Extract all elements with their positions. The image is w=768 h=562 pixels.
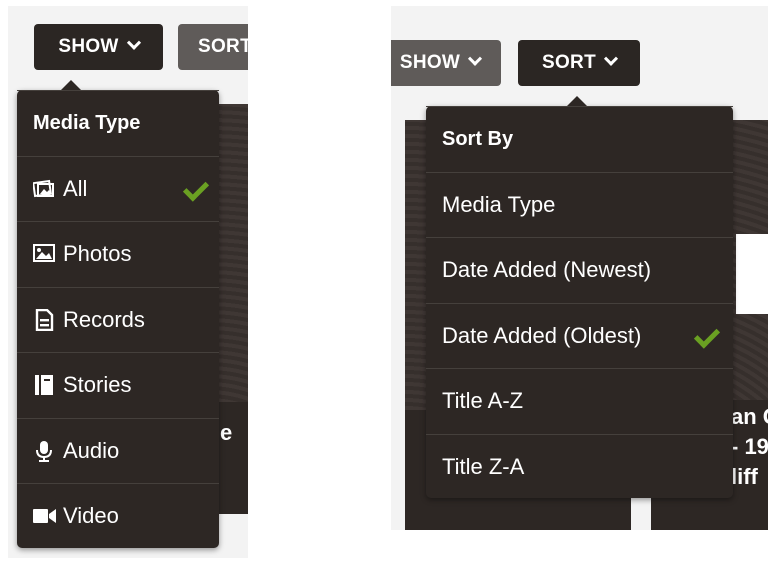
menu-item-label: Media Type — [442, 191, 556, 217]
menu-item-label: Video — [63, 503, 119, 529]
show-button[interactable]: SHOW — [34, 24, 163, 70]
menu-item-label: Date Added (Oldest) — [442, 322, 642, 348]
selected-check-icon — [693, 321, 721, 349]
menu-item-label: Date Added (Newest) — [442, 257, 652, 283]
sort-option-date-newest[interactable]: Date Added (Newest) — [426, 237, 733, 303]
card-title-fragment: e — [220, 420, 233, 445]
sort-option-date-oldest[interactable]: Date Added (Oldest) — [426, 302, 733, 369]
book-icon — [33, 374, 55, 396]
menu-item-audio[interactable]: Audio — [17, 417, 219, 484]
sort-button[interactable]: SORT — [178, 24, 248, 70]
menu-item-video[interactable]: Video — [17, 483, 219, 549]
selected-check-icon — [182, 174, 210, 202]
right-panel: an C - 19 liff SHOW SORT Sort By Media T… — [391, 6, 768, 530]
menu-item-photos[interactable]: Photos — [17, 221, 219, 287]
show-button[interactable]: SHOW — [391, 40, 501, 86]
menu-item-label: Audio — [63, 437, 120, 463]
sort-button[interactable]: SORT — [518, 40, 640, 86]
left-panel: e SHOW SORT Media Type All Photos Record… — [8, 6, 248, 558]
photo-icon — [33, 243, 55, 265]
menu-item-all[interactable]: All — [17, 155, 219, 222]
menu-header: Sort By — [426, 106, 733, 172]
chevron-down-icon — [126, 35, 141, 50]
menu-item-stories[interactable]: Stories — [17, 352, 219, 418]
sort-option-title-az[interactable]: Title A-Z — [426, 368, 733, 434]
menu-item-label: Stories — [63, 372, 132, 398]
sort-by-menu: Sort By Media Type Date Added (Newest) D… — [426, 96, 733, 500]
media-thumbnail — [736, 234, 768, 314]
document-icon — [33, 308, 55, 331]
show-label: SHOW — [58, 36, 119, 57]
menu-item-label: All — [63, 175, 88, 201]
card-title-fragment: an C — [731, 404, 768, 429]
photos-stack-icon — [32, 178, 55, 200]
sort-option-title-za[interactable]: Title Z-A — [426, 433, 733, 500]
sort-label: SORT — [198, 36, 248, 57]
menu-header: Media Type — [17, 90, 219, 156]
microphone-icon — [33, 440, 55, 462]
chevron-down-icon — [603, 51, 619, 66]
video-camera-icon — [33, 505, 56, 527]
menu-item-records[interactable]: Records — [17, 286, 219, 353]
sort-label: SORT — [542, 52, 596, 73]
show-label: SHOW — [399, 52, 461, 73]
media-type-menu: Media Type All Photos Records Stories Au… — [17, 80, 219, 549]
sort-option-media-type[interactable]: Media Type — [426, 171, 733, 238]
menu-item-label: Photos — [63, 241, 132, 267]
menu-item-label: Records — [63, 306, 145, 332]
chevron-down-icon — [468, 51, 483, 66]
card-date-fragment: - 19 — [731, 434, 768, 459]
menu-item-label: Title Z-A — [442, 453, 525, 479]
menu-item-label: Title A-Z — [442, 388, 524, 414]
card-place-fragment: liff — [731, 464, 758, 489]
